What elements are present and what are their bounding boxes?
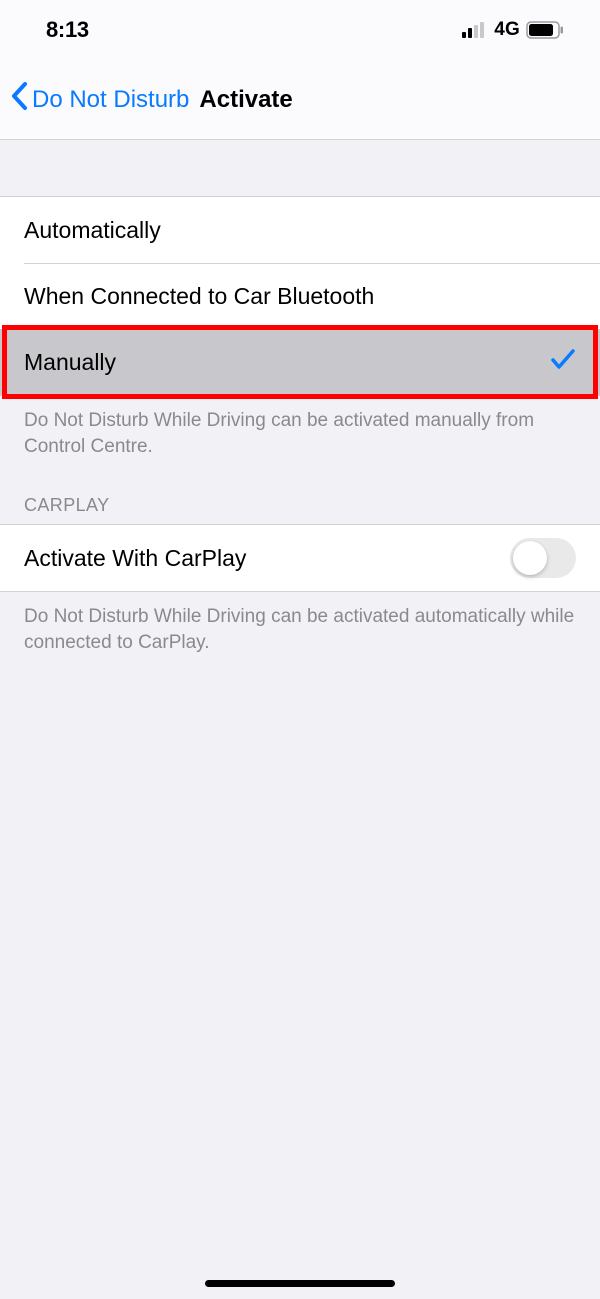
back-label: Do Not Disturb [32, 86, 189, 114]
toggle-knob [513, 541, 547, 575]
option-label: When Connected to Car Bluetooth [24, 283, 576, 310]
checkmark-icon [550, 347, 576, 377]
status-bar: 8:13 4G [0, 0, 600, 60]
option-label: Automatically [24, 217, 576, 244]
back-button[interactable]: Do Not Disturb [10, 81, 189, 118]
home-indicator [205, 1280, 395, 1287]
option-automatically[interactable]: Automatically [0, 197, 600, 263]
activation-options-group: Automatically When Connected to Car Blue… [0, 196, 600, 396]
navigation-bar: Do Not Disturb Activate [0, 60, 600, 140]
section-header-carplay: CARPLAY [0, 459, 600, 524]
activation-footer-note: Do Not Disturb While Driving can be acti… [0, 396, 600, 459]
chevron-left-icon [10, 81, 28, 118]
battery-icon [526, 21, 564, 39]
carplay-group: Activate With CarPlay [0, 524, 600, 592]
network-label: 4G [494, 19, 520, 41]
carplay-toggle-row[interactable]: Activate With CarPlay [0, 525, 600, 591]
page-title: Activate [199, 86, 292, 114]
carplay-footer-note: Do Not Disturb While Driving can be acti… [0, 592, 600, 655]
option-car-bluetooth[interactable]: When Connected to Car Bluetooth [0, 263, 600, 329]
cellular-signal-icon [462, 22, 486, 38]
status-time: 8:13 [46, 17, 89, 43]
option-label: Manually [24, 349, 550, 376]
option-manually[interactable]: Manually [0, 329, 600, 395]
carplay-toggle[interactable] [510, 538, 576, 578]
status-indicators: 4G [462, 19, 564, 41]
carplay-toggle-label: Activate With CarPlay [24, 545, 510, 572]
